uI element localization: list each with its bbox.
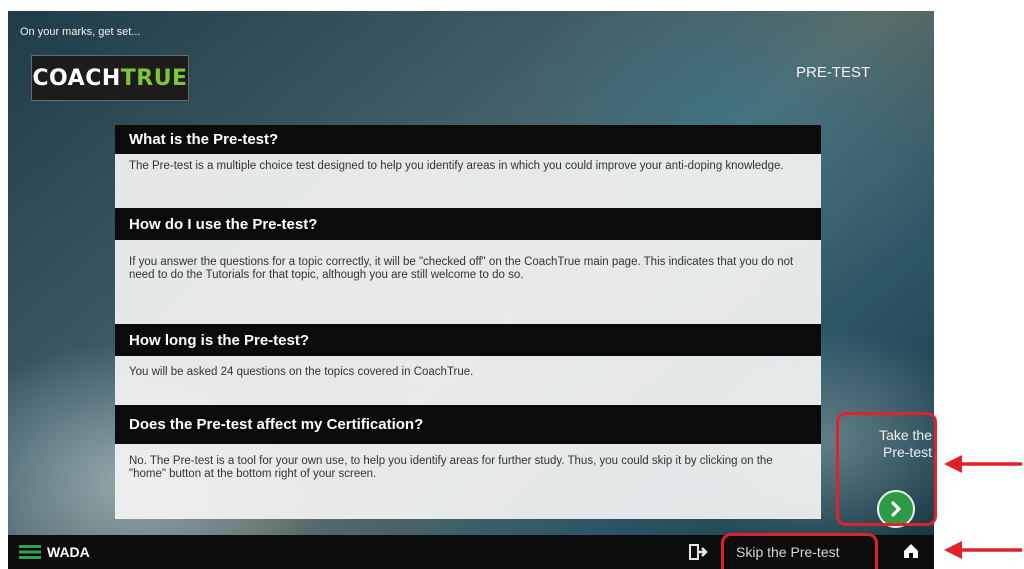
exit-icon[interactable]: [688, 543, 708, 561]
section-body: You will be asked 24 questions on the to…: [115, 356, 821, 405]
section-label: PRE-TEST: [796, 64, 871, 81]
arrow-left-icon: [944, 541, 1022, 559]
section-body: No. The Pre-test is a tool for your own …: [115, 444, 821, 519]
wada-logo-icon: [19, 545, 41, 559]
logo-text-true: TRUE: [120, 65, 188, 91]
take-pretest-highlight: [836, 412, 937, 526]
section-body: The Pre-test is a multiple choice test d…: [115, 154, 821, 208]
pretest-screen: On your marks, get set... COACH TRUE PRE-…: [8, 11, 934, 569]
section-heading: How do I use the Pre-test?: [115, 208, 821, 240]
arrow-left-icon: [944, 455, 1022, 473]
info-panel: What is the Pre-test? The Pre-test is a …: [115, 125, 821, 519]
section-heading: Does the Pre-test affect my Certificatio…: [115, 405, 821, 444]
home-icon[interactable]: [902, 542, 920, 560]
wada-brand: WADA: [19, 544, 90, 560]
tagline: On your marks, get set...: [20, 26, 141, 38]
section-body: If you answer the questions for a topic …: [115, 240, 821, 324]
coachtrue-logo: COACH TRUE: [31, 55, 189, 101]
section-heading: What is the Pre-test?: [115, 125, 821, 154]
section-heading: How long is the Pre-test?: [115, 324, 821, 356]
skip-highlight: [721, 533, 878, 569]
wada-label: WADA: [47, 544, 90, 560]
logo-text-coach: COACH: [32, 65, 121, 91]
